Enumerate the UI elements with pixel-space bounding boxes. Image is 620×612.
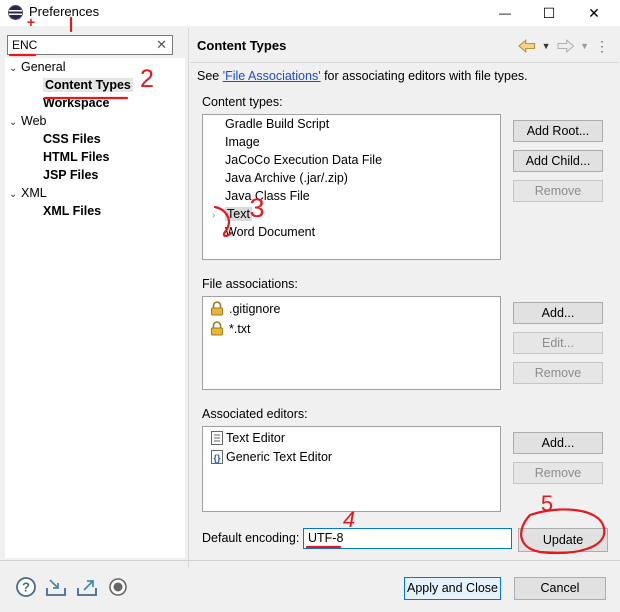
associated-editors-list[interactable]: Text Editor {} Generic Text Editor	[202, 426, 501, 512]
view-menu-icon[interactable]: ⋮	[595, 39, 609, 53]
tree-item-xml[interactable]: ⌄ XML	[5, 184, 185, 202]
maximize-button[interactable]: ☐	[527, 0, 571, 26]
forward-menu-icon[interactable]: ▼	[580, 41, 589, 51]
apply-and-close-button[interactable]: Apply and Close	[404, 577, 501, 600]
add-child-button[interactable]: Add Child...	[513, 150, 603, 172]
lock-icon	[211, 301, 223, 316]
content-type-item[interactable]: Word Document	[225, 225, 315, 239]
pane-divider[interactable]	[188, 28, 189, 568]
tree-item-label: Content Types	[43, 78, 133, 92]
preference-tree: ⌄ General Content Types Workspace ⌄ Web CSS Fi…	[5, 58, 185, 558]
file-association-item[interactable]: .gitignore	[229, 302, 280, 316]
page-navigation: ▼ ▼ ⋮	[518, 36, 609, 56]
header-separator	[190, 62, 618, 63]
minimize-button[interactable]: —	[483, 0, 527, 26]
default-encoding-label: Default encoding:	[202, 531, 300, 545]
tree-item-label: XML Files	[43, 204, 102, 218]
export-icon[interactable]	[75, 576, 99, 598]
see-prefix: See	[197, 69, 223, 83]
file-associations-link[interactable]: 'File Associations'	[223, 69, 321, 83]
tree-item-label: CSS Files	[43, 132, 101, 146]
back-arrow-icon[interactable]	[518, 39, 536, 53]
default-encoding-input[interactable]: UTF-8	[303, 528, 512, 549]
file-associations-list[interactable]: .gitignore *.txt	[202, 296, 501, 390]
remove-button[interactable]: Remove	[513, 180, 603, 202]
help-icon[interactable]: ?	[14, 576, 38, 598]
record-icon[interactable]	[106, 576, 130, 598]
window-title: Preferences	[29, 4, 100, 19]
content-type-item[interactable]: Image	[225, 135, 260, 149]
tree-item-label: Web	[21, 114, 47, 128]
update-button[interactable]: Update	[518, 528, 608, 552]
tree-item-css-files[interactable]: CSS Files	[5, 130, 185, 148]
content-type-item[interactable]: Text	[225, 207, 252, 221]
clear-filter-icon[interactable]: ✕	[156, 37, 167, 53]
remove-button[interactable]: Remove	[513, 462, 603, 484]
file-association-item[interactable]: *.txt	[229, 322, 251, 336]
maximize-icon: ☐	[542, 4, 556, 21]
title-bar: Preferences — ☐ ✕	[0, 0, 620, 26]
close-icon: ✕	[588, 4, 600, 21]
tree-item-html-files[interactable]: HTML Files	[5, 148, 185, 166]
tree-item-web[interactable]: ⌄ Web	[5, 112, 185, 130]
content-type-item[interactable]: Java Archive (.jar/.zip)	[225, 171, 348, 185]
back-menu-icon[interactable]: ▼	[542, 41, 551, 51]
edit-button[interactable]: Edit...	[513, 332, 603, 354]
tree-item-xml-files[interactable]: XML Files	[5, 202, 185, 220]
close-button[interactable]: ✕	[572, 0, 616, 26]
associated-editor-item[interactable]: Text Editor	[226, 431, 285, 445]
expand-caret-icon[interactable]: ⌄	[9, 186, 21, 204]
lock-icon	[211, 321, 223, 336]
content-type-item[interactable]: Java Class File	[225, 189, 310, 203]
associated-editor-item[interactable]: Generic Text Editor	[226, 450, 332, 464]
cancel-button[interactable]: Cancel	[514, 577, 606, 600]
content-types-label: Content types:	[202, 95, 283, 109]
file-associations-label: File associations:	[202, 277, 298, 291]
add-root-button[interactable]: Add Root...	[513, 120, 603, 142]
svg-text:{}: {}	[213, 453, 221, 463]
tree-item-general[interactable]: ⌄ General	[5, 58, 185, 76]
tree-item-label: Workspace	[43, 96, 110, 110]
footer-separator	[0, 560, 620, 561]
tree-item-content-types[interactable]: Content Types	[5, 76, 185, 94]
filter-field[interactable]: ✕	[7, 35, 173, 55]
see-suffix: for associating editors with file types.	[320, 69, 528, 83]
tree-item-workspace[interactable]: Workspace	[5, 94, 185, 112]
minimize-icon: —	[499, 6, 511, 20]
associated-editors-label: Associated editors:	[202, 407, 308, 421]
tree-item-label: JSP Files	[43, 168, 99, 182]
forward-arrow-icon[interactable]	[556, 39, 575, 53]
content-type-item[interactable]: JaCoCo Execution Data File	[225, 153, 382, 167]
text-editor-icon	[211, 431, 223, 445]
annotation-5: 5	[541, 491, 553, 516]
tree-item-jsp-files[interactable]: JSP Files	[5, 166, 185, 184]
content-types-tree[interactable]: Gradle Build Script Image JaCoCo Execution…	[202, 114, 501, 260]
import-icon[interactable]	[44, 576, 68, 598]
page-title: Content Types	[197, 38, 287, 53]
generic-editor-icon: {}	[211, 450, 223, 464]
remove-button[interactable]: Remove	[513, 362, 603, 384]
expand-caret-icon[interactable]: ⌄	[9, 114, 21, 132]
add-button[interactable]: Add...	[513, 432, 603, 454]
see-file-associations-text: See 'File Associations' for associating …	[197, 69, 528, 83]
tree-item-label: XML	[21, 186, 47, 200]
expand-caret-icon[interactable]: ⌄	[9, 60, 21, 78]
tree-item-label: General	[21, 60, 66, 74]
content-type-item[interactable]: Gradle Build Script	[225, 117, 329, 131]
filter-input[interactable]	[8, 36, 148, 54]
tree-item-label: HTML Files	[43, 150, 110, 164]
expand-arrow-icon[interactable]: ›	[212, 210, 215, 221]
svg-text:?: ?	[22, 580, 30, 595]
eclipse-app-icon	[8, 5, 23, 20]
add-button[interactable]: Add...	[513, 302, 603, 324]
